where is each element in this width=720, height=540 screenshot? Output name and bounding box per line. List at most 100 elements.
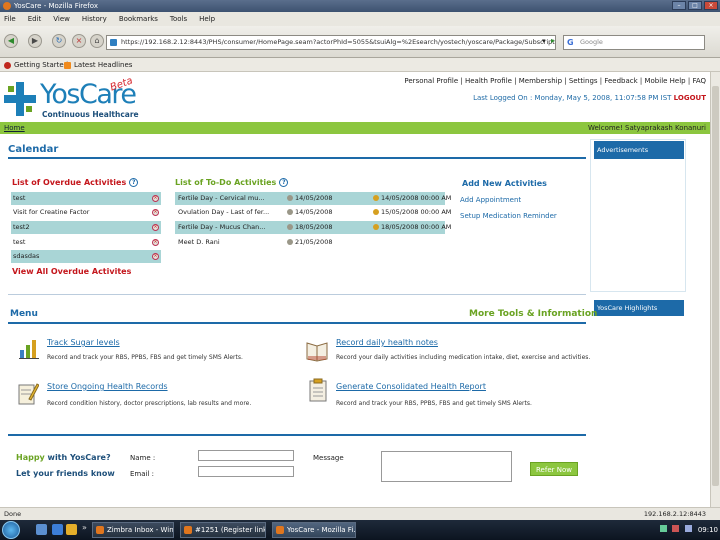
todo-date: 18/05/2008 — [287, 221, 332, 234]
vertical-scrollbar[interactable] — [710, 72, 720, 507]
refer-divider — [8, 434, 586, 436]
home-icon[interactable]: ⌂ — [90, 34, 104, 48]
task-label: YosCare - Mozilla Fi... — [287, 526, 356, 534]
shield-icon[interactable] — [672, 525, 680, 532]
delete-icon[interactable]: × — [152, 224, 159, 231]
task-yoscare[interactable]: YosCare - Mozilla Fi... — [272, 522, 356, 538]
task-zimbra[interactable]: Zimbra Inbox - Win... — [92, 522, 174, 538]
bookmark-getting-started[interactable]: Getting Started — [4, 58, 68, 72]
stop-icon[interactable]: × — [72, 34, 86, 48]
url-dropdown-icon[interactable]: ▾ — [542, 37, 546, 45]
folder-icon[interactable] — [66, 524, 77, 535]
quick-launch-more-icon[interactable]: » — [82, 523, 87, 532]
scroll-thumb[interactable] — [712, 86, 719, 486]
overdue-row[interactable]: Visit for Creatine Factor × — [11, 206, 161, 219]
todo-title-text: List of To-Do Activities — [175, 178, 277, 187]
menu-history[interactable]: History — [82, 12, 107, 26]
view-all-overdue-link[interactable]: View All Overdue Activites — [12, 267, 131, 276]
todo-time-text: 15/05/2008 00:00 AM — [381, 208, 452, 216]
todo-row[interactable]: Ovulation Day - Last of fer... 14/05/200… — [175, 206, 451, 219]
clock-icon — [287, 209, 293, 215]
menu-view[interactable]: View — [53, 12, 70, 26]
volume-icon[interactable] — [684, 525, 692, 532]
track-sugar-link[interactable]: Track Sugar levels — [47, 338, 120, 347]
email-field[interactable] — [198, 466, 294, 477]
go-icon[interactable]: ▸ — [551, 36, 555, 45]
clock-icon — [287, 195, 293, 201]
menu-help[interactable]: Help — [199, 12, 215, 26]
overdue-row[interactable]: test × — [11, 236, 161, 249]
todo-row[interactable]: Fertile Day - Mucus Chan... 18/05/2008 1… — [175, 221, 451, 234]
delete-icon[interactable]: × — [152, 209, 159, 216]
menu-file[interactable]: File — [4, 12, 16, 26]
firefox-icon — [3, 2, 11, 10]
task-label: Zimbra Inbox - Win... — [107, 526, 174, 534]
menu-bookmarks[interactable]: Bookmarks — [119, 12, 158, 26]
menu-bar: File Edit View History Bookmarks Tools H… — [0, 12, 720, 26]
todo-row[interactable]: Meet D. Rani 21/05/2008 — [175, 236, 445, 249]
refer-now-button[interactable]: Refer Now — [530, 462, 578, 476]
show-desktop-icon[interactable] — [36, 524, 47, 535]
clock[interactable]: 09:10 — [698, 526, 718, 534]
todo-reminder: 15/05/2008 00:00 AM — [373, 206, 451, 219]
generate-health-report-link[interactable]: Generate Consolidated Health Report — [336, 382, 486, 391]
google-icon: G — [567, 38, 574, 47]
bookmark-icon — [4, 62, 11, 69]
welcome-text: Welcome! Satyaprakash Konanuri — [587, 124, 706, 132]
overdue-row[interactable]: test × — [11, 192, 161, 205]
bell-icon — [373, 224, 379, 230]
reload-icon[interactable]: ↻ — [52, 34, 66, 48]
store-health-records-link[interactable]: Store Ongoing Health Records — [47, 382, 168, 391]
clock-icon — [287, 224, 293, 230]
bookmark-latest-headlines[interactable]: Latest Headlines — [64, 58, 132, 72]
bookmarks-bar: Getting Started Latest Headlines — [0, 58, 720, 72]
todo-reminder: 18/05/2008 00:00 AM — [373, 221, 451, 234]
setup-medication-reminder-link[interactable]: Setup Medication Reminder — [460, 212, 557, 220]
menu-edit[interactable]: Edit — [28, 12, 42, 26]
menu-tools[interactable]: Tools — [170, 12, 187, 26]
forward-icon[interactable]: ▶ — [28, 34, 42, 48]
home-link[interactable]: Home — [4, 124, 25, 132]
message-field[interactable] — [381, 451, 512, 482]
yoscare-logo[interactable]: YosCare Beta Continuous Healthcare — [4, 75, 164, 122]
search-input[interactable]: G Google — [563, 35, 705, 50]
name-field[interactable] — [198, 450, 294, 461]
add-appointment-link[interactable]: Add Appointment — [460, 196, 521, 204]
record-health-notes-desc: Record your daily activities including m… — [336, 354, 591, 361]
close-button[interactable]: × — [704, 1, 718, 10]
logout-link[interactable]: LOGOUT — [674, 94, 706, 102]
overdue-label: sdasdas — [13, 252, 40, 260]
logo-tagline: Continuous Healthcare — [42, 110, 139, 119]
overdue-title-text: List of Overdue Activities — [12, 178, 127, 187]
overdue-row[interactable]: sdasdas × — [11, 250, 161, 263]
window-controls: – □ × — [672, 1, 718, 10]
overdue-row[interactable]: test2 × — [11, 221, 161, 234]
web-page: YosCare Beta Continuous Healthcare Perso… — [0, 72, 710, 507]
breadcrumb-bar: Home Welcome! Satyaprakash Konanuri — [0, 122, 710, 134]
delete-icon[interactable]: × — [152, 253, 159, 260]
ie-icon[interactable] — [52, 524, 63, 535]
name-label: Name : — [130, 454, 156, 462]
top-nav-links[interactable]: Personal Profile | Health Profile | Memb… — [404, 77, 706, 85]
help-icon[interactable]: ? — [129, 178, 139, 187]
status-text: Done — [4, 510, 22, 518]
record-health-notes-link[interactable]: Record daily health notes — [336, 338, 438, 347]
search-placeholder: Google — [580, 38, 603, 46]
maximize-button[interactable]: □ — [688, 1, 702, 10]
todo-date: 21/05/2008 — [287, 236, 332, 249]
help-icon[interactable]: ? — [279, 178, 289, 187]
start-button[interactable] — [2, 521, 20, 539]
delete-icon[interactable]: × — [152, 239, 159, 246]
firefox-icon — [96, 526, 104, 534]
network-icon[interactable] — [660, 525, 668, 532]
address-bar[interactable]: https://192.168.2.12:8443/PHS/consumer/H… — [106, 35, 556, 50]
clipboard-icon — [309, 378, 327, 402]
delete-icon[interactable]: × — [152, 195, 159, 202]
minimize-button[interactable]: – — [672, 1, 686, 10]
logo-cross-icon — [4, 82, 36, 116]
task-register-link[interactable]: #1251 (Register link... — [180, 522, 266, 538]
back-icon[interactable]: ◀ — [4, 34, 18, 48]
system-tray: 09:10 — [660, 520, 718, 540]
todo-row[interactable]: Fertile Day - Cervical mu... 14/05/2008 … — [175, 192, 451, 205]
todo-date: 14/05/2008 — [287, 206, 332, 219]
